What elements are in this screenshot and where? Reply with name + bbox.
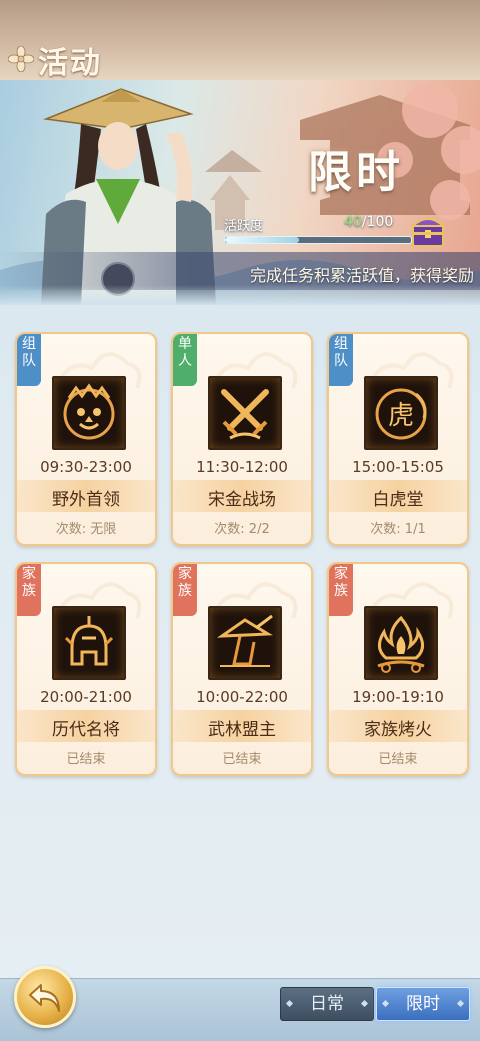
activity-name: 武林盟主: [208, 720, 276, 740]
diamond-ornament: [285, 999, 294, 1008]
activity-type-tag: 组队: [17, 334, 41, 386]
tag-char: 家族: [22, 566, 36, 599]
event-banner: 限时 活跃度 40/100 完成任务积累活跃值，获得奖励: [0, 80, 480, 305]
activity-time: 15:00-15:05: [352, 458, 444, 476]
diamond-ornament: [360, 999, 369, 1008]
activity-type-tag: 单人: [173, 334, 197, 386]
activity-time: 09:30-23:00: [40, 458, 132, 476]
diamond-ornament: [381, 999, 390, 1008]
activity-name: 家族烤火: [364, 720, 432, 740]
lion-mask-icon: [52, 376, 126, 450]
tag-char: 家族: [334, 566, 348, 599]
tiger-seal-icon: 虎: [364, 376, 438, 450]
activity-type-tag: 家族: [329, 564, 353, 616]
page-title: 活动: [38, 46, 102, 81]
flower-icon: [8, 46, 34, 72]
banner-description: 完成任务积累活跃值，获得奖励: [249, 266, 474, 285]
activity-card-martial-leader[interactable]: 家族 10:00-22:00 武林盟主 已结束: [171, 562, 313, 776]
treasure-chest-icon[interactable]: [410, 210, 446, 250]
tag-char: 组队: [22, 336, 36, 369]
activity-progress-bar: [224, 236, 412, 244]
tab-daily-label: 日常: [310, 994, 344, 1014]
tag-char: 家族: [178, 566, 192, 599]
activity-name: 野外首领: [52, 490, 120, 510]
activity-label: 活跃度: [224, 219, 264, 234]
tab-limited-label: 限时: [406, 994, 440, 1014]
activity-count: 已结束: [222, 752, 262, 767]
tab-daily[interactable]: 日常: [280, 987, 374, 1021]
activity-card-battlefield[interactable]: 单人 11:30-12:00 宋金战场 次数: 2/2: [171, 332, 313, 546]
header-bar: 活动: [0, 0, 480, 82]
banner-title: 限时: [308, 147, 404, 198]
activity-name: 宋金战场: [208, 490, 276, 510]
activity-time: 20:00-21:00: [40, 688, 132, 706]
activity-progress-fill: [225, 237, 300, 243]
back-button[interactable]: [14, 966, 76, 1028]
crossed-swords-icon: [208, 376, 282, 450]
activity-time: 19:00-19:10: [352, 688, 444, 706]
activity-max: /100: [361, 214, 394, 230]
activity-name: 历代名将: [52, 720, 120, 740]
tag-char: 组队: [334, 336, 348, 369]
activity-count: 次数: 1/1: [370, 522, 426, 537]
swordsman-hat-icon: [208, 606, 282, 680]
helmet-icon: [52, 606, 126, 680]
banner-fade: [0, 285, 480, 305]
activity-type-tag: 组队: [329, 334, 353, 386]
activity-time: 11:30-12:00: [196, 458, 288, 476]
tiger-character: 虎: [388, 401, 414, 431]
diamond-ornament: [456, 999, 465, 1008]
bonfire-icon: [364, 606, 438, 680]
back-arrow-icon: [29, 984, 60, 1012]
activity-name: 白虎堂: [372, 490, 424, 510]
activity-count: 次数: 2/2: [214, 522, 270, 537]
activity-card-white-tiger-hall[interactable]: 组队 虎 15:00-15:05 白虎堂 次数: 1/1: [327, 332, 469, 546]
activity-card-family-bonfire[interactable]: 家族 19:00-19:10 家族烤火 已结束: [327, 562, 469, 776]
tag-char: 单人: [178, 336, 192, 369]
activity-count: 已结束: [66, 752, 106, 767]
tab-limited[interactable]: 限时: [376, 987, 470, 1021]
activity-count: 已结束: [378, 752, 418, 767]
activity-time: 10:00-22:00: [196, 688, 288, 706]
activity-card-famous-generals[interactable]: 家族 20:00-21:00 历代名将 已结束: [15, 562, 157, 776]
activity-count: 次数: 无限: [55, 522, 117, 537]
activity-card-wild-boss[interactable]: 组队 09:30-23:00 野外首领 次数: 无限: [15, 332, 157, 546]
activity-type-tag: 家族: [17, 564, 41, 616]
activity-current: 40: [344, 214, 362, 230]
activity-type-tag: 家族: [173, 564, 197, 616]
activity-value: 40/100: [344, 214, 393, 230]
